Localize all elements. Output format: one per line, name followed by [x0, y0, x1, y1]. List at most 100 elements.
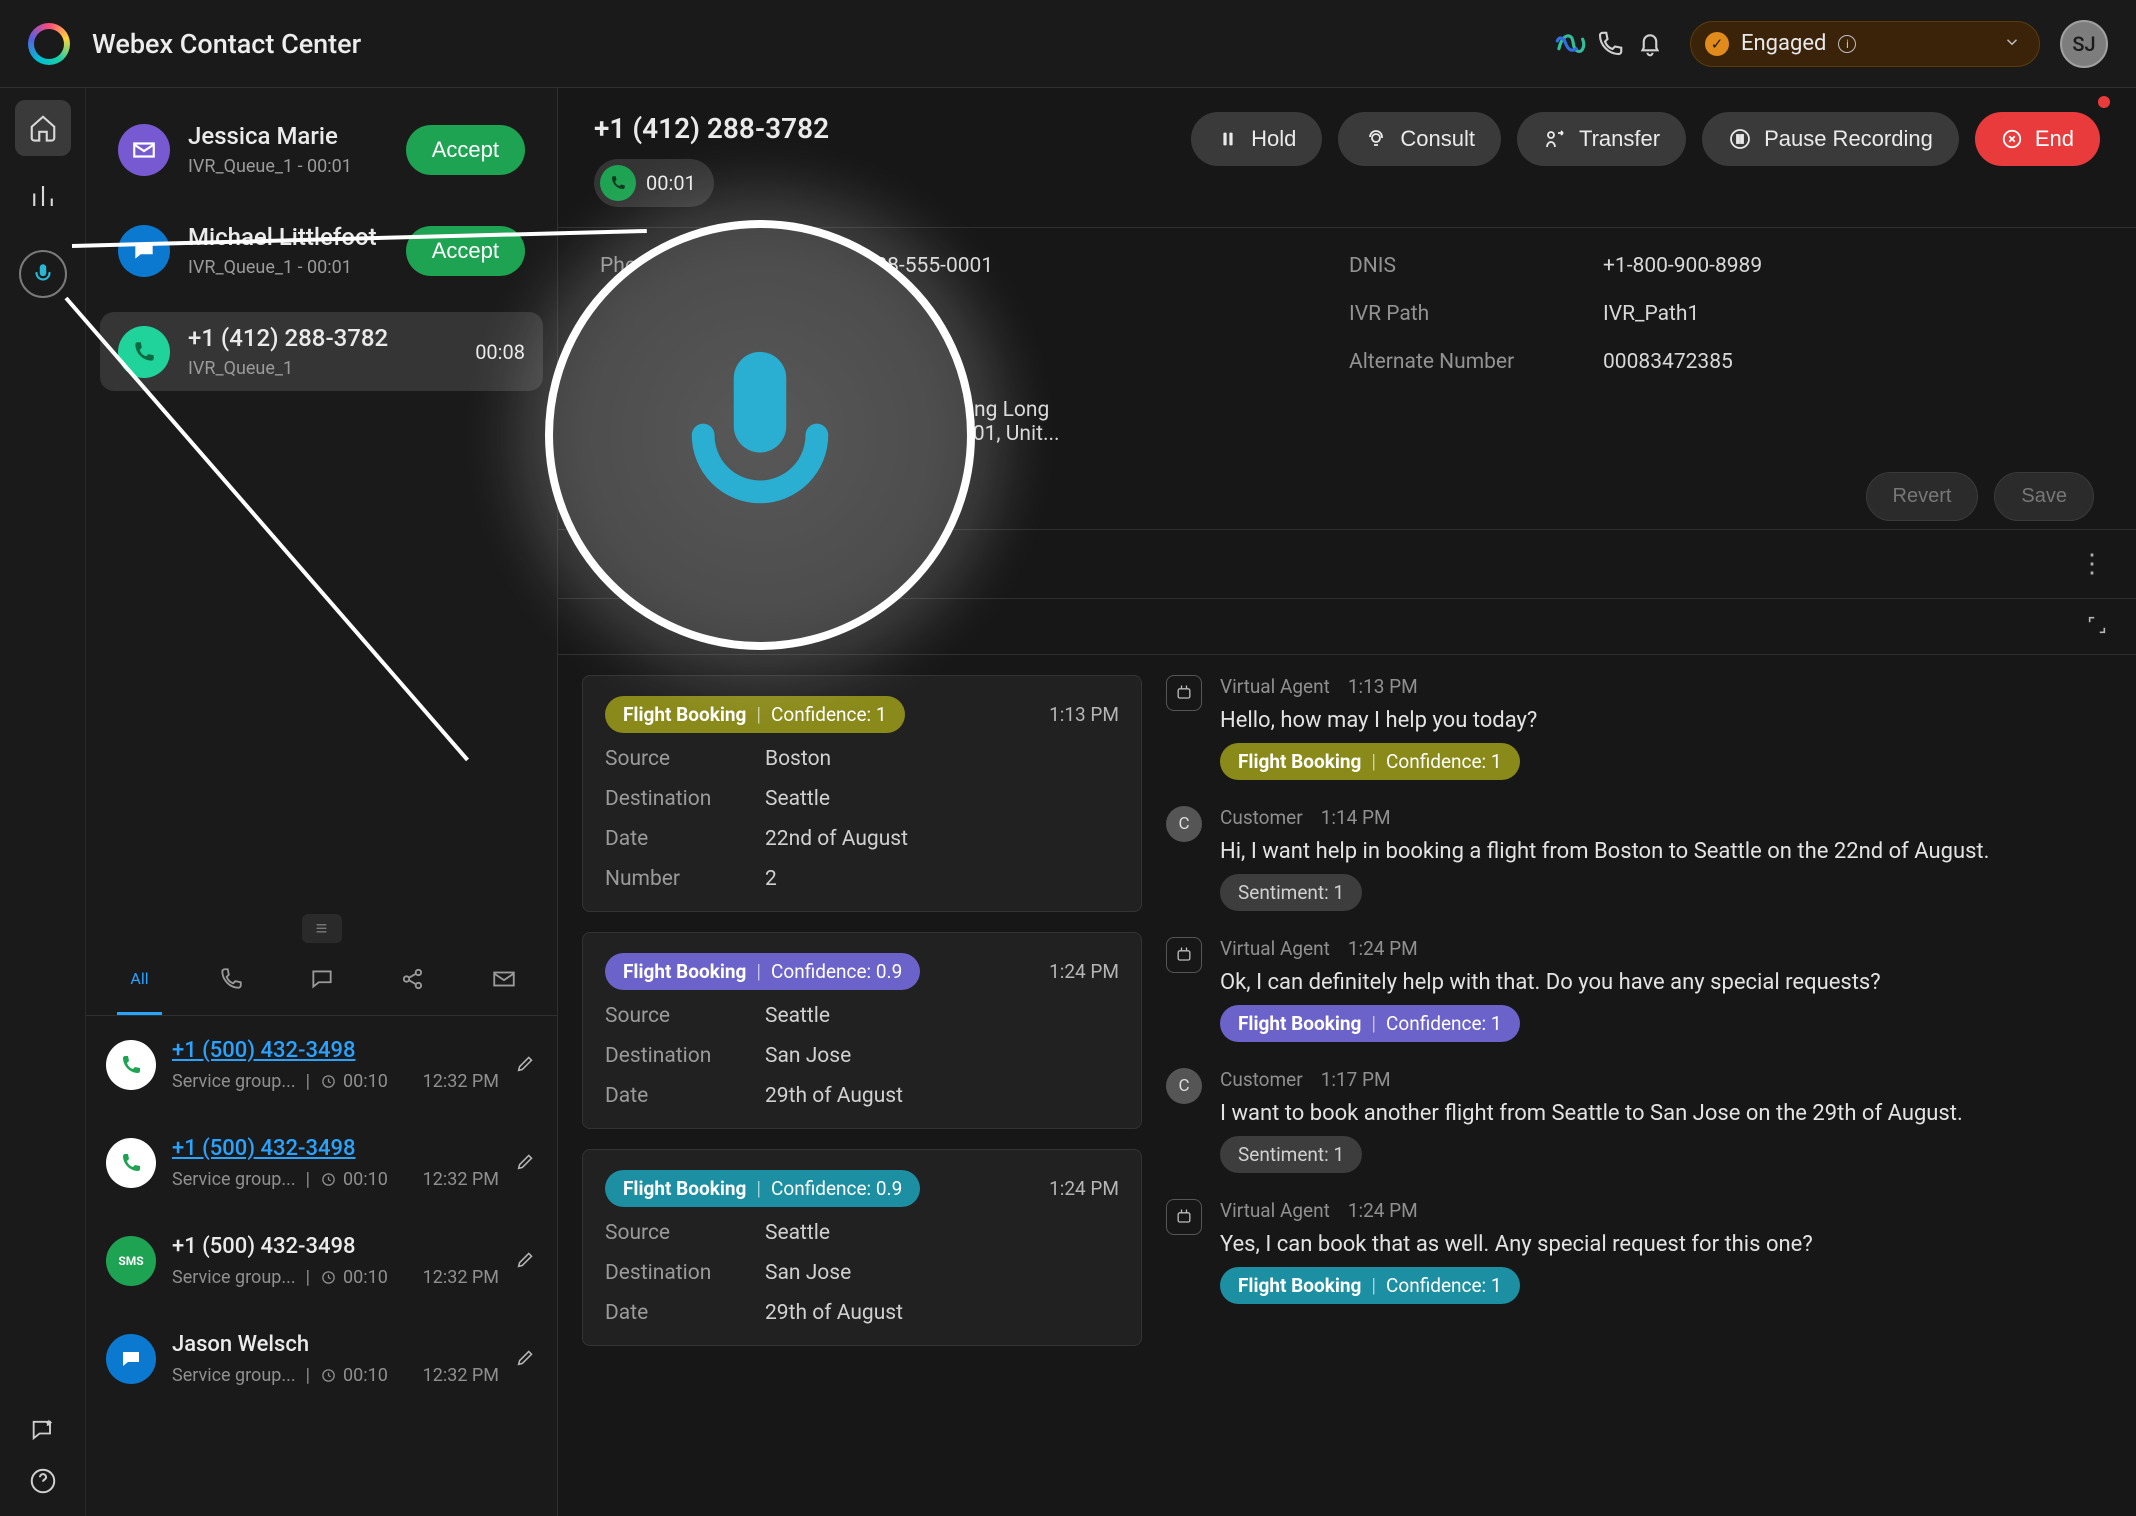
- tab-all[interactable]: All: [94, 943, 185, 1015]
- history-phone: +1 (500) 432-3498: [172, 1234, 499, 1259]
- customer-icon: C: [1166, 1068, 1202, 1104]
- card-key: Destination: [605, 1261, 765, 1285]
- bot-icon: [1166, 1199, 1202, 1235]
- msg-who: Customer: [1220, 1068, 1303, 1091]
- msg-text: Hello, how may I help you today?: [1220, 708, 1537, 733]
- info-icon: i: [1838, 35, 1856, 53]
- msg-badge: Sentiment: 1: [1220, 1136, 1362, 1173]
- card-key: Source: [605, 747, 765, 771]
- intent-card: Flight Booking|Confidence: 0.9 1:24 PM S…: [582, 932, 1142, 1129]
- msg-text: I want to book another flight from Seatt…: [1220, 1101, 1963, 1126]
- msg-who: Virtual Agent: [1220, 1199, 1330, 1222]
- history-row[interactable]: +1 (500) 432-3498 Service group...| 00:1…: [86, 1114, 557, 1212]
- history-phone[interactable]: +1 (500) 432-3498: [172, 1038, 499, 1063]
- revert-button[interactable]: Revert: [1866, 472, 1979, 521]
- card-val: 22nd of August: [765, 827, 1119, 851]
- history-phone[interactable]: +1 (500) 432-3498: [172, 1136, 499, 1161]
- intent-card: Flight Booking|Confidence: 1 1:13 PM Sou…: [582, 675, 1142, 912]
- customer-icon: C: [1166, 806, 1202, 842]
- consult-button[interactable]: Consult: [1338, 112, 1501, 166]
- bell-icon[interactable]: [1630, 24, 1670, 64]
- edit-icon[interactable]: [515, 1248, 537, 1274]
- active-phone: +1 (412) 288-3782: [594, 112, 829, 145]
- msg-who: Customer: [1220, 806, 1303, 829]
- intent-badge: Flight Booking|Confidence: 0.9: [605, 1170, 920, 1207]
- card-key: Destination: [605, 787, 765, 811]
- msg-text: Yes, I can book that as well. Any specia…: [1220, 1232, 1813, 1257]
- accept-button[interactable]: Accept: [406, 125, 525, 175]
- queue-panel: Jessica Marie IVR_Queue_1 - 00:01 Accept…: [86, 88, 558, 1516]
- mic-button[interactable]: [19, 250, 67, 298]
- resize-grip-icon[interactable]: ≡: [302, 914, 342, 943]
- queue-item[interactable]: Michael Littlefoot IVR_Queue_1 - 00:01 A…: [100, 211, 543, 290]
- queue-item-name: +1 (412) 288-3782: [188, 324, 457, 352]
- history-list: +1 (500) 432-3498 Service group...| 00:1…: [86, 1016, 557, 1516]
- detail-label: Alternate Number: [1349, 350, 1579, 374]
- phone-icon: [106, 1040, 156, 1090]
- msg-time: 1:17 PM: [1321, 1068, 1391, 1091]
- msg-time: 1:14 PM: [1321, 806, 1391, 829]
- msg-time: 1:13 PM: [1348, 675, 1418, 698]
- dial-icon[interactable]: [1590, 24, 1630, 64]
- card-val: 29th of August: [765, 1301, 1119, 1325]
- msg-time: 1:24 PM: [1348, 937, 1418, 960]
- history-meta: Service group...| 00:10 12:32 PM: [172, 1365, 499, 1386]
- card-time: 1:13 PM: [1049, 703, 1119, 726]
- queue-item-name: Jessica Marie: [188, 122, 388, 150]
- call-timer-value: 00:01: [646, 171, 696, 195]
- edit-icon[interactable]: [515, 1150, 537, 1176]
- phone-icon: [106, 1138, 156, 1188]
- history-row[interactable]: Jason Welsch Service group...| 00:10 12:…: [86, 1310, 557, 1408]
- detail-value: +1-800-900-8989: [1603, 254, 2094, 278]
- history-row[interactable]: +1 (500) 432-3498 Service group...| 00:1…: [86, 1016, 557, 1114]
- save-button[interactable]: Save: [1994, 472, 2094, 521]
- topbar: Webex Contact Center ✓ Engaged i SJ: [0, 0, 2136, 88]
- pause-recording-button[interactable]: Pause Recording: [1702, 112, 1959, 166]
- nav-home[interactable]: [15, 100, 71, 156]
- webex-icon[interactable]: [1550, 24, 1590, 64]
- msg-text: Ok, I can definitely help with that. Do …: [1220, 970, 1881, 995]
- nav-help-icon[interactable]: [28, 1466, 58, 1500]
- nav-feedback-icon[interactable]: [29, 1416, 57, 1448]
- msg-badge: Flight Booking|Confidence: 1: [1220, 1267, 1520, 1304]
- intent-badge: Flight Booking|Confidence: 0.9: [605, 953, 920, 990]
- tab-email[interactable]: [458, 943, 549, 1015]
- hold-button[interactable]: Hold: [1191, 112, 1322, 166]
- edit-icon[interactable]: [515, 1346, 537, 1372]
- tab-chat[interactable]: [276, 943, 367, 1015]
- bot-icon: [1166, 937, 1202, 973]
- history-tabs: All: [86, 943, 557, 1016]
- card-val: 2: [765, 867, 1119, 891]
- end-button[interactable]: End: [1975, 112, 2100, 166]
- queue-item[interactable]: Jessica Marie IVR_Queue_1 - 00:01 Accept: [100, 110, 543, 189]
- card-val: Seattle: [765, 1004, 1119, 1028]
- edit-icon[interactable]: [515, 1052, 537, 1078]
- intent-badge: Flight Booking|Confidence: 1: [605, 696, 905, 733]
- history-meta: Service group...| 00:10 12:32 PM: [172, 1169, 499, 1190]
- queue-item-time: 00:08: [475, 340, 525, 364]
- card-key: Date: [605, 827, 765, 851]
- queue-item-active[interactable]: +1 (412) 288-3782 IVR_Queue_1 00:08: [100, 312, 543, 391]
- queue-item-sub: IVR_Queue_1: [188, 358, 457, 379]
- nav-analytics[interactable]: [15, 168, 71, 224]
- card-key: Source: [605, 1004, 765, 1028]
- msg-who: Virtual Agent: [1220, 675, 1330, 698]
- msg-text: Hi, I want help in booking a flight from…: [1220, 839, 1989, 864]
- history-row[interactable]: SMS +1 (500) 432-3498 Service group...| …: [86, 1212, 557, 1310]
- card-val: 29th of August: [765, 1084, 1119, 1108]
- user-avatar[interactable]: SJ: [2060, 20, 2108, 68]
- detail-label: DNIS: [1349, 254, 1579, 278]
- transfer-button[interactable]: Transfer: [1517, 112, 1686, 166]
- card-val: Boston: [765, 747, 1119, 771]
- status-label: Engaged: [1741, 31, 1826, 56]
- card-val: Seattle: [765, 1221, 1119, 1245]
- expand-icon[interactable]: [2086, 614, 2108, 640]
- msg-badge: Flight Booking|Confidence: 1: [1220, 743, 1520, 780]
- more-icon[interactable]: ⋮: [2079, 549, 2108, 579]
- agent-status[interactable]: ✓ Engaged i: [1690, 21, 2040, 67]
- tab-social[interactable]: [367, 943, 458, 1015]
- card-key: Date: [605, 1301, 765, 1325]
- detail-value: +1-408-555-0001: [834, 254, 1325, 278]
- transcript-message: Virtual Agent1:24 PM Yes, I can book tha…: [1166, 1199, 2104, 1304]
- tab-calls[interactable]: [185, 943, 276, 1015]
